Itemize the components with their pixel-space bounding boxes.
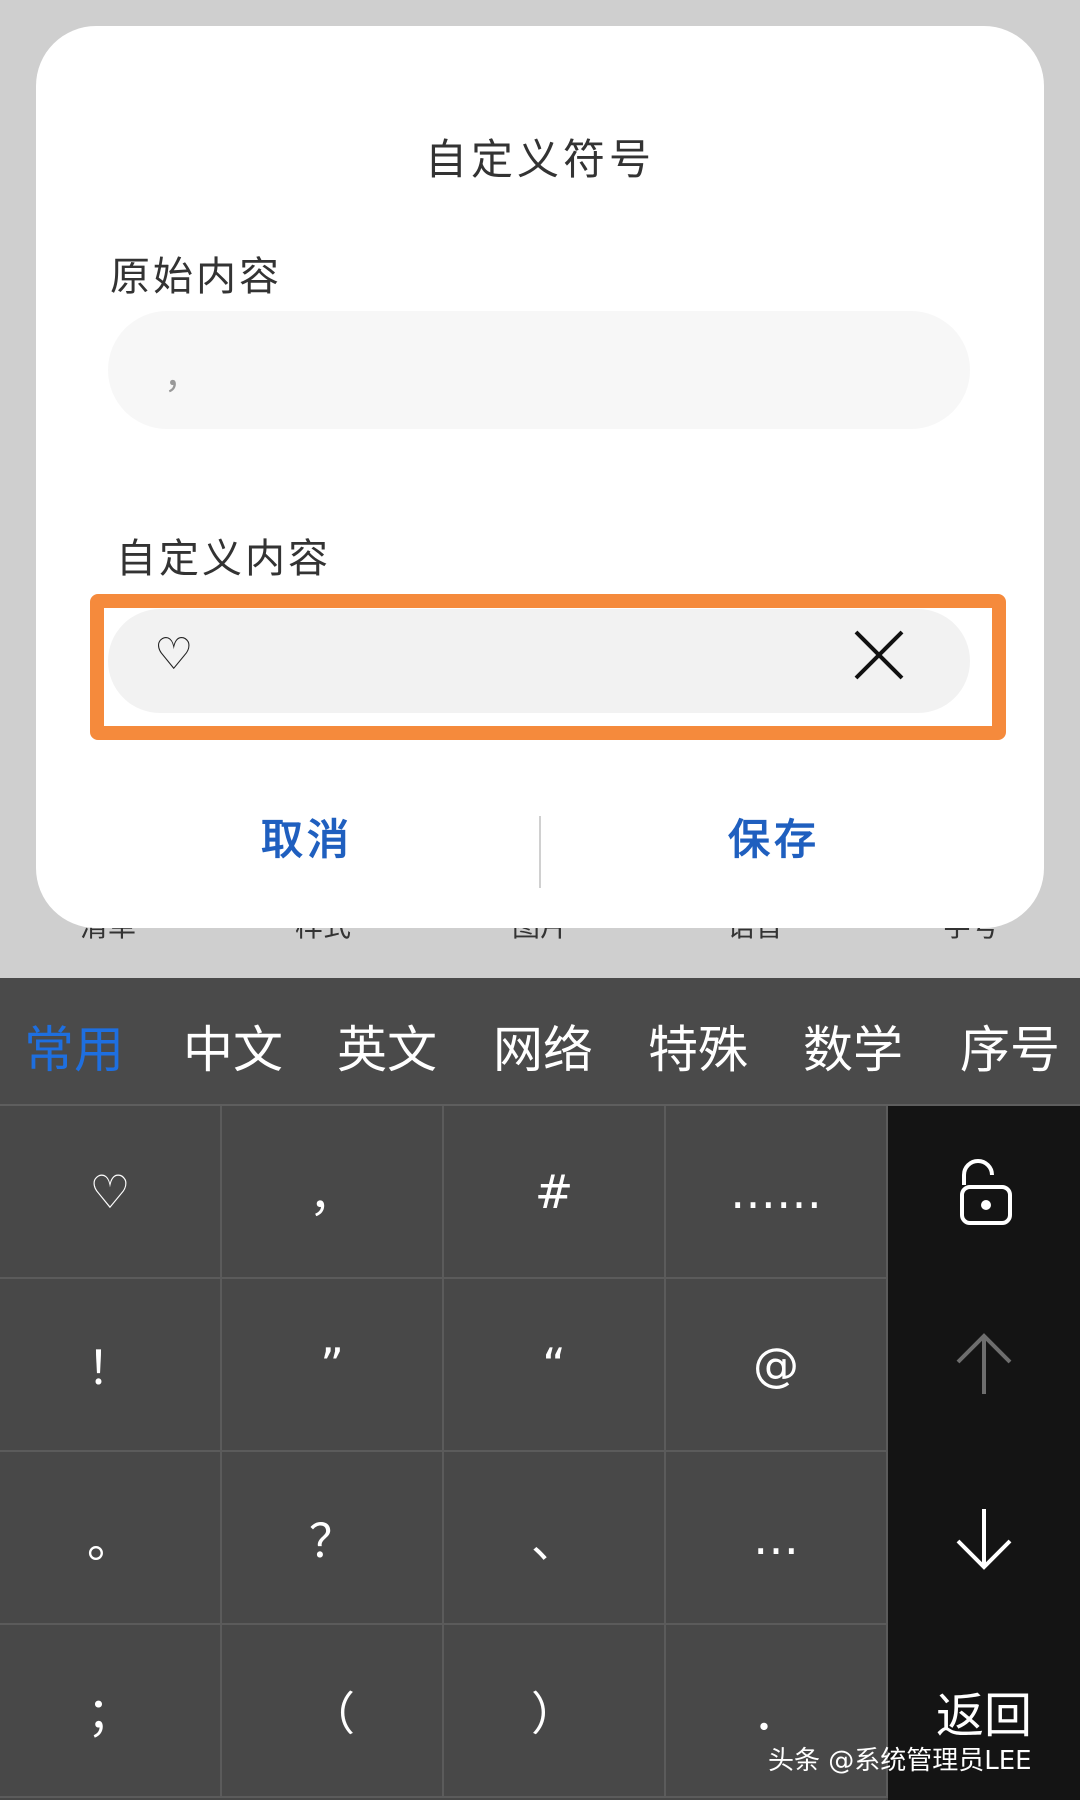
- symbol-key[interactable]: ！: [0, 1279, 222, 1452]
- symbol-key[interactable]: 、: [444, 1452, 666, 1625]
- original-content-value: ，: [164, 356, 201, 397]
- clear-input-button[interactable]: [852, 628, 906, 682]
- symbol-keyboard: 常用 中文 英文 网络 特殊 数学 序号 ♡ ， # …… ！ ” “ @ 。 …: [0, 978, 1080, 1800]
- button-divider: [539, 816, 541, 888]
- close-icon: [854, 630, 904, 680]
- symbol-key[interactable]: ？: [222, 1452, 444, 1625]
- cancel-button[interactable]: 取消: [261, 806, 353, 867]
- unlock-icon: [960, 1158, 1012, 1225]
- symbol-key-grid: ♡ ， # …… ！ ” “ @ 。 ？ 、 … ； （ ） ．: [0, 1106, 888, 1800]
- dialog-title: 自定义符号: [424, 135, 655, 184]
- symbol-key[interactable]: ；: [0, 1625, 222, 1798]
- arrow-down-icon: [956, 1508, 1012, 1570]
- custom-content-value: ♡: [154, 629, 194, 680]
- arrow-up-icon: [956, 1332, 1012, 1394]
- keyboard-side-panel: 返回: [888, 1106, 1080, 1800]
- tab-chinese[interactable]: 中文: [183, 1010, 283, 1082]
- tab-ordinal[interactable]: 序号: [960, 1010, 1060, 1082]
- custom-symbol-dialog: 自定义符号 原始内容 ， 自定义内容 ♡ 取消 保存: [36, 26, 1044, 928]
- symbol-key[interactable]: ”: [222, 1279, 444, 1452]
- custom-content-input[interactable]: ♡: [108, 609, 970, 713]
- symbol-key[interactable]: “: [444, 1279, 666, 1452]
- symbol-key[interactable]: …: [666, 1452, 888, 1625]
- custom-content-label: 自定义内容: [116, 536, 331, 582]
- symbol-key[interactable]: （: [222, 1625, 444, 1798]
- tab-special[interactable]: 特殊: [648, 1010, 748, 1082]
- symbol-key[interactable]: ）: [444, 1625, 666, 1798]
- save-button[interactable]: 保存: [728, 806, 820, 867]
- symbol-key[interactable]: ♡: [0, 1106, 222, 1279]
- dialog-actions: 取消 保存: [36, 786, 1044, 896]
- scroll-up-button[interactable]: [888, 1279, 1080, 1450]
- symbol-key[interactable]: #: [444, 1106, 666, 1279]
- tab-network[interactable]: 网络: [493, 1010, 593, 1082]
- original-content-field: ，: [108, 311, 970, 429]
- watermark: 头条 @系统管理员LEE: [768, 1746, 1032, 1776]
- symbol-key[interactable]: ……: [666, 1106, 888, 1279]
- lock-button[interactable]: [888, 1106, 1080, 1277]
- symbol-key[interactable]: 。: [0, 1452, 222, 1625]
- tab-math[interactable]: 数学: [803, 1010, 903, 1082]
- category-bar: 常用 中文 英文 网络 特殊 数学 序号: [0, 978, 1080, 1106]
- scroll-down-button[interactable]: [888, 1452, 1080, 1623]
- tab-common[interactable]: 常用: [24, 1010, 124, 1082]
- symbol-key[interactable]: @: [666, 1279, 888, 1452]
- original-content-label: 原始内容: [110, 254, 282, 300]
- return-label: 返回: [935, 1687, 1032, 1744]
- tab-english[interactable]: 英文: [337, 1010, 437, 1082]
- symbol-key[interactable]: ，: [222, 1106, 444, 1279]
